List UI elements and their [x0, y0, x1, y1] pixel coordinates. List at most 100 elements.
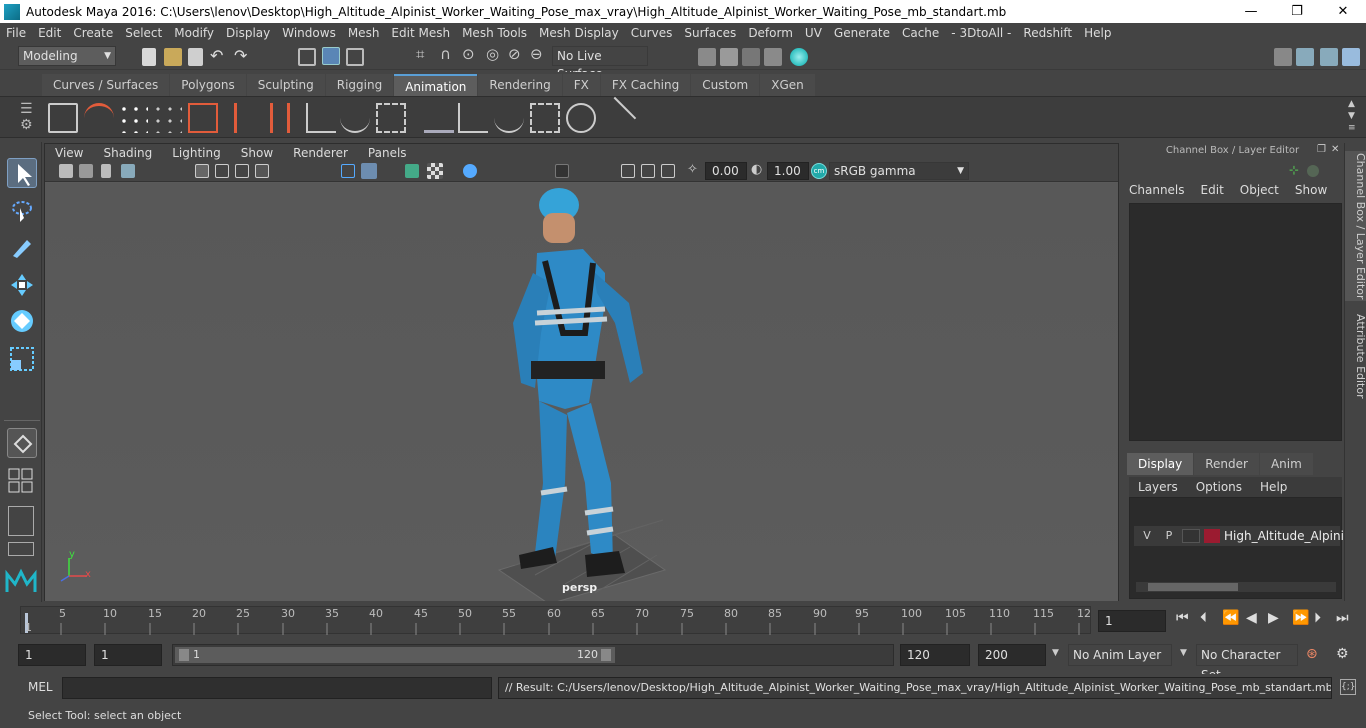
ghost-icon[interactable] — [118, 103, 148, 133]
orient-constraint-icon[interactable] — [494, 103, 524, 133]
snap-surface-icon[interactable]: ⊘ — [508, 45, 521, 63]
wireframe-icon[interactable] — [341, 164, 355, 178]
range-slider-track[interactable]: 1 120 — [172, 644, 894, 666]
menu-edit[interactable]: Edit — [32, 26, 67, 40]
graph-editor-layout-icon[interactable] — [8, 542, 34, 556]
gamma-field[interactable]: 1.00 — [767, 162, 809, 180]
close-panel-icon[interactable]: ✕ — [1331, 144, 1339, 155]
viewport-menu-view[interactable]: View — [45, 146, 93, 160]
menu-mesh-display[interactable]: Mesh Display — [533, 26, 625, 40]
channel-box-toggle-icon[interactable] — [1342, 48, 1360, 66]
float-panel-icon[interactable]: ❐ — [1317, 144, 1326, 155]
render-settings-icon[interactable] — [698, 48, 716, 66]
menu-surfaces[interactable]: Surfaces — [678, 26, 742, 40]
xray-icon[interactable] — [621, 164, 635, 178]
select-component-icon[interactable] — [346, 48, 364, 66]
shelf-tab-curves-surfaces[interactable]: Curves / Surfaces — [42, 74, 170, 96]
make-live-icon[interactable]: ⊖ — [530, 45, 543, 63]
exposure-icon[interactable]: ✧ — [687, 162, 698, 177]
joint-tool-icon[interactable] — [306, 103, 336, 133]
lights-icon[interactable] — [463, 164, 477, 178]
pole-vector-icon[interactable] — [593, 96, 637, 140]
snap-point-icon[interactable]: ⊙ — [462, 45, 475, 63]
bookmark-icon[interactable] — [101, 164, 111, 178]
viewport-menu-show[interactable]: Show — [231, 146, 283, 160]
channel-show-menu[interactable]: Show — [1287, 183, 1335, 197]
tool-settings-toggle-icon[interactable] — [1320, 48, 1338, 66]
channel-list[interactable] — [1129, 203, 1342, 441]
live-surface-field[interactable]: No Live Surface — [552, 46, 648, 81]
select-hierarchy-icon[interactable] — [298, 48, 316, 66]
open-scene-icon[interactable] — [164, 48, 182, 66]
layer-color-swatch[interactable] — [1204, 529, 1220, 543]
shelf-tab-sculpting[interactable]: Sculpting — [246, 74, 325, 96]
motion-trail-icon[interactable] — [84, 103, 114, 133]
restore-button[interactable]: ❐ — [1274, 0, 1320, 23]
go-to-end-icon[interactable]: ⏭ — [1336, 610, 1349, 626]
lasso-tool-icon[interactable] — [7, 196, 37, 226]
viewport-menu-shading[interactable]: Shading — [93, 146, 162, 160]
shelf-tab-rigging[interactable]: Rigging — [325, 74, 394, 96]
play-forward-icon[interactable]: ▶ — [1268, 610, 1279, 626]
auto-key-icon[interactable]: ⊛ — [1306, 646, 1318, 662]
snap-view-icon[interactable]: ◎ — [486, 45, 499, 63]
step-back-frame-icon[interactable]: ⏴ — [1200, 610, 1207, 626]
single-perspective-layout-icon[interactable] — [7, 428, 37, 458]
select-tool-icon[interactable] — [7, 158, 37, 188]
animation-start-field[interactable]: 1 — [18, 644, 86, 666]
layer-options-menu[interactable]: Options — [1187, 480, 1251, 494]
shelf-scroll-up-icon[interactable]: ▲ — [1348, 99, 1355, 109]
menu-3dtoall[interactable]: - 3DtoAll - — [945, 26, 1017, 40]
image-plane-icon[interactable] — [121, 164, 135, 178]
shelf-tab-fx-caching[interactable]: FX Caching — [600, 74, 691, 96]
rotate-tool-icon[interactable] — [7, 306, 37, 336]
playback-end-field[interactable]: 120 — [900, 644, 970, 666]
channels-menu[interactable]: Channels — [1121, 183, 1193, 197]
animation-end-field[interactable]: 200 — [978, 644, 1046, 666]
shelf-tab-polygons[interactable]: Polygons — [170, 74, 246, 96]
shelf-tab-fx[interactable]: FX — [562, 74, 600, 96]
camera-select-icon[interactable] — [59, 164, 73, 178]
shelf-tab-rendering[interactable]: Rendering — [478, 74, 562, 96]
unghost-icon[interactable] — [152, 103, 182, 133]
grid-icon[interactable] — [195, 164, 209, 178]
character-set-dropdown[interactable]: No Character Set — [1196, 644, 1298, 682]
menu-file[interactable]: File — [0, 26, 32, 40]
go-to-start-icon[interactable]: ⏮ — [1176, 610, 1189, 626]
redo-icon[interactable]: ↷ — [234, 46, 247, 65]
select-object-icon[interactable] — [322, 47, 340, 65]
shelf-tab-custom[interactable]: Custom — [691, 74, 760, 96]
maya-home-icon[interactable] — [4, 566, 38, 596]
range-slider-handle[interactable]: 1 120 — [175, 647, 615, 663]
menu-modify[interactable]: Modify — [168, 26, 220, 40]
menu-set-dropdown[interactable]: Modeling ▼ — [18, 46, 116, 66]
color-management-icon[interactable]: cm — [811, 163, 827, 179]
paint-select-tool-icon[interactable] — [7, 232, 37, 262]
backface-icon[interactable] — [661, 164, 675, 178]
menu-curves[interactable]: Curves — [625, 26, 679, 40]
step-forward-key-icon[interactable]: ⏩ — [1292, 610, 1309, 626]
snap-grid-icon[interactable]: ⌗ — [416, 45, 424, 63]
range-handle-right[interactable] — [601, 649, 611, 661]
menu-redshift[interactable]: Redshift — [1017, 26, 1078, 40]
motion-paths-icon[interactable] — [188, 103, 218, 133]
channel-box-toggle-icon[interactable] — [1307, 165, 1319, 177]
shelf-settings-icon[interactable]: ⚙ — [20, 117, 33, 133]
viewport-menu-lighting[interactable]: Lighting — [162, 146, 231, 160]
hypershade-icon[interactable] — [790, 48, 808, 66]
menu-deform[interactable]: Deform — [742, 26, 799, 40]
current-frame-field[interactable]: 1 — [1098, 610, 1166, 632]
new-scene-icon[interactable] — [142, 48, 156, 66]
render-view-icon[interactable] — [764, 48, 782, 66]
viewport-menu-panels[interactable]: Panels — [358, 146, 417, 160]
menu-cache[interactable]: Cache — [896, 26, 945, 40]
aim-constraint-icon[interactable] — [566, 103, 596, 133]
scale-tool-icon[interactable] — [7, 344, 37, 374]
set-key-icon[interactable] — [234, 103, 254, 133]
xray-joints-icon[interactable] — [641, 164, 655, 178]
layer-row[interactable]: V P High_Altitude_Alpinist — [1134, 526, 1355, 546]
modeling-toolkit-icon[interactable] — [1274, 48, 1292, 66]
film-gate-icon[interactable] — [215, 164, 229, 178]
resolution-gate-icon[interactable] — [235, 164, 249, 178]
gamma-icon[interactable]: ◐ — [751, 162, 762, 177]
